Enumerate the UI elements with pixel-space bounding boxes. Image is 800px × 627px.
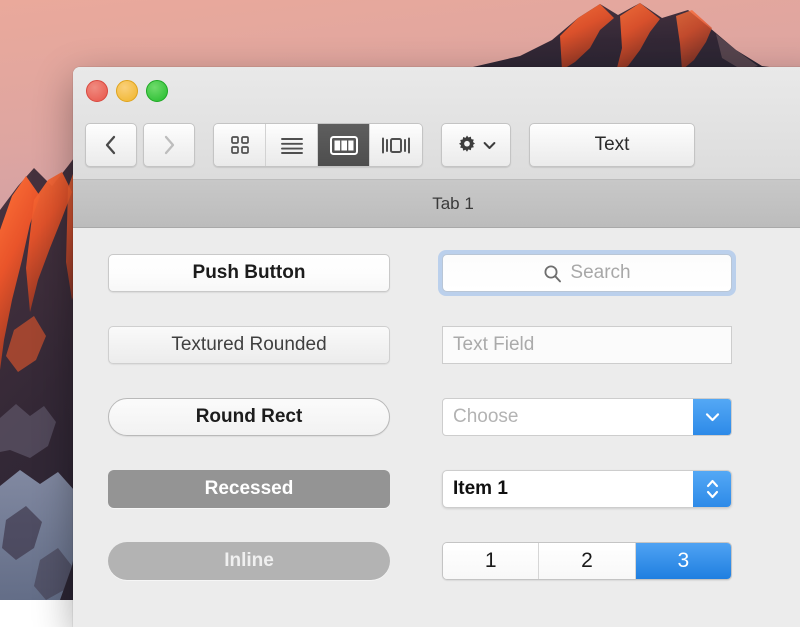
view-mode-segmented-control [213,123,423,167]
inline-label: Inline [224,550,274,571]
grid-icon [230,136,249,154]
up-down-arrows-icon [706,479,718,499]
columns-icon [329,135,358,155]
column-view-button[interactable] [318,124,370,166]
text-button-label: Text [594,134,630,155]
round-rect-label: Round Rect [195,406,303,427]
recessed-label: Recessed [204,478,294,499]
minimize-button[interactable] [116,80,138,102]
window-titlebar: Text [73,67,800,180]
gear-icon [459,135,475,152]
gallery-view-button[interactable] [370,124,422,166]
popup-button[interactable]: Item 1 [442,470,732,508]
list-icon [280,138,303,154]
push-button[interactable]: Push Button [108,254,390,292]
icon-view-button[interactable] [214,124,266,166]
text-button[interactable]: Text [529,123,695,167]
text-field[interactable]: Text Field [442,326,732,364]
combo-box-value-area: Choose [443,399,693,435]
textured-rounded-button[interactable]: Textured Rounded [108,326,390,364]
number-segmented-control: 1 2 3 [442,542,732,580]
combo-box[interactable]: Choose [442,398,732,436]
chevron-down-icon [705,413,719,422]
chevron-right-icon [164,135,175,155]
close-button[interactable] [86,80,108,102]
navigation-buttons [85,123,195,167]
search-focus-ring: Search [438,250,736,296]
back-button[interactable] [85,123,137,167]
segment-1[interactable]: 1 [443,543,540,579]
search-field[interactable]: Search [442,254,732,292]
tab-1[interactable]: Tab 1 [432,194,474,214]
zoom-button[interactable] [146,80,168,102]
window-controls [86,80,168,102]
chevron-down-icon [483,141,496,149]
textured-rounded-label: Textured Rounded [171,334,327,355]
fields-column: Search Text Field Choose Item 1 1 2 3 [438,250,736,580]
inline-button[interactable]: Inline [108,542,390,580]
text-field-placeholder: Text Field [453,334,535,355]
combo-box-arrow-button[interactable] [693,399,731,435]
segment-2[interactable]: 2 [539,543,636,579]
buttons-column: Push Button Textured Rounded Round Rect … [108,254,390,580]
popup-button-stepper[interactable] [693,471,731,507]
popup-button-value-area: Item 1 [443,471,693,507]
coverflow-icon [382,137,410,153]
round-rect-button[interactable]: Round Rect [108,398,390,436]
window-content: Push Button Textured Rounded Round Rect … [73,228,800,626]
segment-3[interactable]: 3 [635,543,731,579]
search-icon [544,265,562,282]
popup-button-value: Item 1 [453,478,508,499]
push-button-label: Push Button [192,262,306,283]
action-button[interactable] [441,123,511,167]
recessed-button[interactable]: Recessed [108,470,390,508]
chevron-left-icon [105,135,116,155]
window-toolbar: Text [73,115,800,175]
combo-box-placeholder: Choose [453,406,519,427]
tab-bar: Tab 1 [73,180,800,228]
list-view-button[interactable] [266,124,318,166]
finder-window: Text Tab 1 Push Button Textured Rounded … [73,67,800,627]
search-placeholder: Search [570,262,631,283]
forward-button[interactable] [143,123,195,167]
